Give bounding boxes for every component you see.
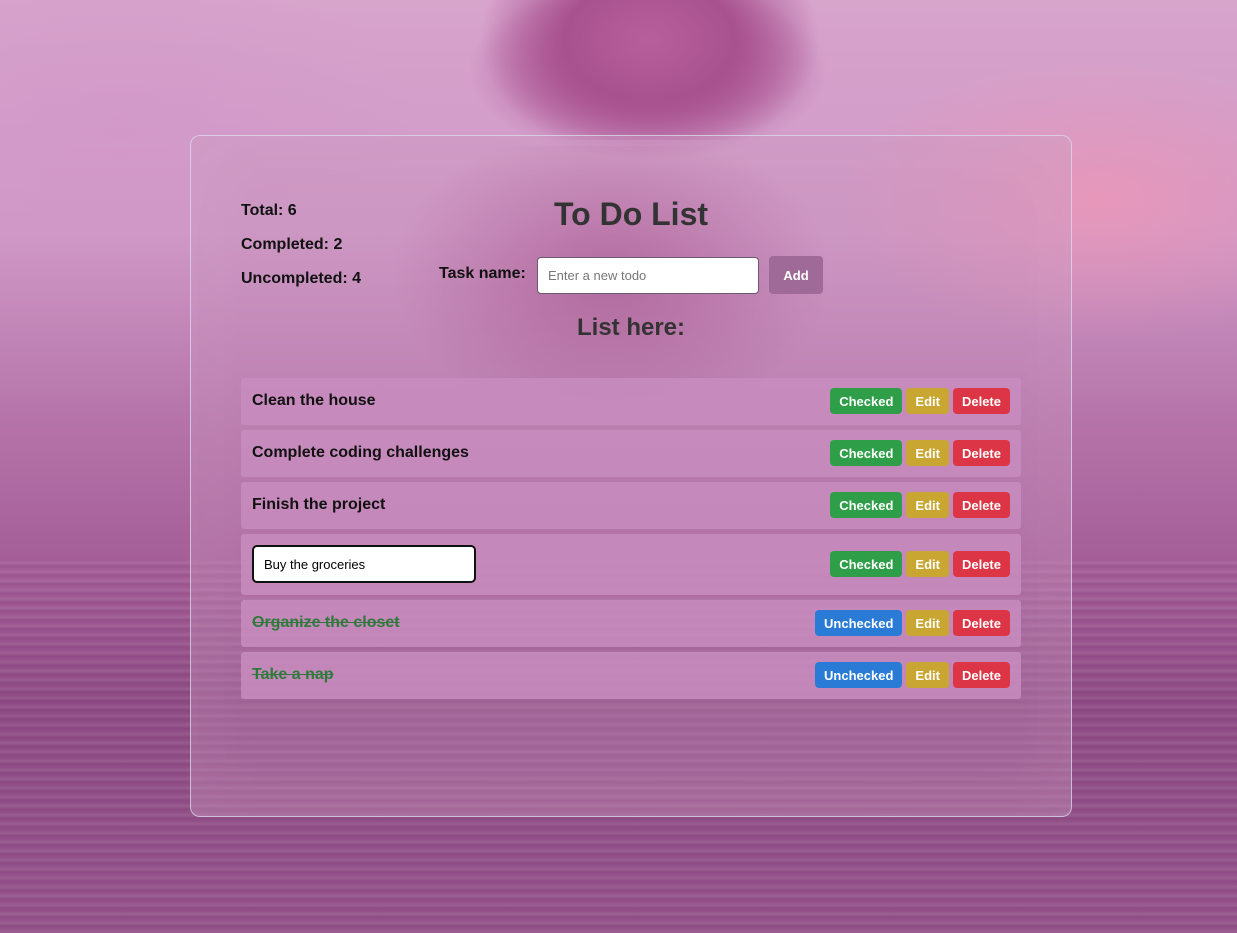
todo-actions: Checked Edit Delete: [830, 440, 1010, 466]
delete-button[interactable]: Delete: [952, 610, 1010, 636]
todo-actions: Unchecked Edit Delete: [815, 610, 1010, 636]
stats-panel: Total: 6 Completed: 2 Uncompleted: 4: [241, 202, 361, 304]
checked-button[interactable]: Checked: [830, 492, 903, 518]
todo-actions: Unchecked Edit Delete: [815, 662, 1010, 688]
completed-count: Completed: 2: [241, 236, 343, 253]
todo-text: Finish the project: [252, 496, 386, 513]
list-heading: List here:: [576, 314, 686, 341]
todo-row: Take a nap Unchecked Edit Delete: [241, 652, 1021, 699]
edit-button[interactable]: Edit: [906, 440, 949, 466]
todo-row: Clean the house Checked Edit Delete: [241, 378, 1021, 425]
todo-row: CheckedEditDelete: [241, 534, 1021, 595]
todo-text: Clean the house: [252, 392, 376, 409]
todo-text: Organize the closet: [252, 614, 400, 631]
todo-actions: Checked Edit Delete: [830, 492, 1010, 518]
edit-button[interactable]: Edit: [906, 610, 949, 636]
todo-text: Complete coding challenges: [252, 444, 469, 461]
unchecked-button[interactable]: Unchecked: [815, 610, 903, 636]
todo-card: Total: 6 Completed: 2 Uncompleted: 4 To …: [190, 135, 1072, 817]
page-title: To Do List: [553, 196, 709, 232]
todo-row: Finish the project Checked Edit Delete: [241, 482, 1021, 529]
todo-actions: Checked Edit Delete: [830, 551, 1010, 577]
new-todo-input[interactable]: [537, 257, 759, 294]
checked-button[interactable]: Checked: [830, 551, 903, 577]
delete-button[interactable]: Delete: [952, 492, 1010, 518]
delete-button[interactable]: Delete: [952, 388, 1010, 414]
delete-button[interactable]: Delete: [952, 551, 1010, 577]
todo-list: Clean the house Checked Edit Delete Complete…: [241, 378, 1021, 704]
unchecked-button[interactable]: Unchecked: [815, 662, 903, 688]
todo-row: Organize the closet Unchecked Edit Delete: [241, 600, 1021, 647]
edit-button[interactable]: Edit: [906, 492, 949, 518]
delete-button[interactable]: Delete: [952, 440, 1010, 466]
edit-button[interactable]: Edit: [906, 662, 949, 688]
total-count: Total: 6: [241, 202, 297, 219]
todo-edit-input[interactable]: [252, 545, 476, 583]
checked-button[interactable]: Checked: [830, 440, 903, 466]
todo-row: Complete coding challenges Checked Edit Del…: [241, 430, 1021, 477]
task-name-label: Task name:: [439, 265, 526, 282]
checked-button[interactable]: Checked: [830, 388, 903, 414]
uncompleted-count: Uncompleted: 4: [241, 270, 362, 287]
todo-text: Take a nap: [252, 666, 334, 683]
delete-button[interactable]: Delete: [952, 662, 1010, 688]
todo-actions: Checked Edit Delete: [830, 388, 1010, 414]
edit-button[interactable]: Edit: [906, 551, 949, 577]
edit-button[interactable]: Edit: [906, 388, 949, 414]
add-button[interactable]: Add: [769, 256, 823, 294]
background-tree: [460, 0, 840, 140]
